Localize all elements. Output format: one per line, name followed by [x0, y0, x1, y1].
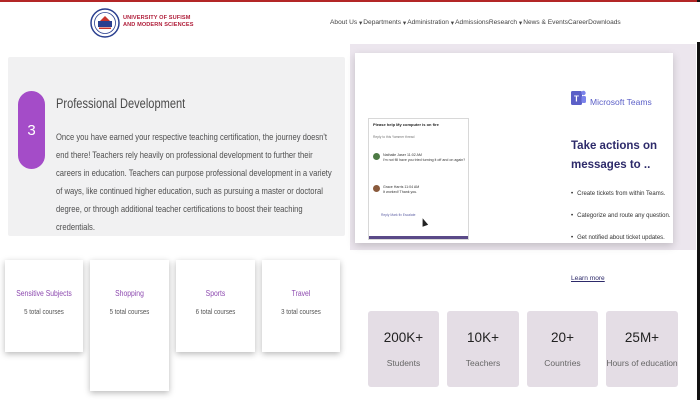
- stat-value: 10K+: [467, 330, 499, 345]
- microsoft-teams-label: Microsoft Teams: [590, 97, 652, 107]
- nav-dropdown-icon: ▾: [401, 20, 407, 27]
- nav-dropdown-icon: ▾: [517, 20, 523, 27]
- category-card-sports[interactable]: Sports 6 total courses: [176, 260, 255, 352]
- nav-item-career[interactable]: Career: [568, 19, 588, 27]
- microsoft-teams-icon: T: [571, 90, 586, 105]
- stat-label: Countries: [544, 358, 581, 368]
- nav-item-downloads[interactable]: Downloads: [588, 19, 621, 27]
- university-logo-icon[interactable]: [90, 8, 120, 38]
- nav-dropdown-icon: ▾: [448, 20, 455, 27]
- stat-card-countries: 20+ Countries: [527, 311, 598, 387]
- chat-message-body: Grace Harris 11:04 AM It worked! Thank y…: [383, 185, 419, 195]
- teams-feature-list: Create tickets from within Teams. Catego…: [571, 190, 681, 256]
- category-course-count: 5 total courses: [24, 307, 64, 316]
- list-item: Create tickets from within Teams.: [571, 190, 681, 198]
- category-name[interactable]: Shopping: [96, 289, 163, 298]
- chat-message-body: Nathalie Jaser 11:02 AM I'm not fill hav…: [383, 153, 465, 163]
- stat-value: 20+: [551, 330, 574, 345]
- brand-line-2: AND MODERN SCIENCES: [123, 22, 194, 28]
- avatar: [373, 153, 380, 160]
- brand-name[interactable]: UNIVERSITY OF SUFISM AND MODERN SCIENCES: [123, 15, 194, 29]
- nav-item-news-events[interactable]: News & Events: [523, 19, 568, 27]
- stat-card-teachers: 10K+ Teachers: [447, 311, 519, 387]
- chat-text: It worked! Thank you.: [383, 190, 418, 194]
- nav-item-research[interactable]: Research: [489, 19, 517, 27]
- stat-label: Students: [386, 358, 421, 368]
- stat-label: Hours of education: [606, 358, 678, 368]
- chat-time: 11:02 AM: [406, 153, 422, 157]
- chat-text: I'm not fill have you tried turning it o…: [383, 158, 466, 162]
- chat-action-links: Reply Mark fix Escalate: [381, 213, 416, 217]
- category-card-sensitive-subjects[interactable]: Sensitive Subjects 5 total courses: [5, 260, 83, 352]
- category-course-count: 3 total courses: [281, 307, 321, 316]
- chat-message: Grace Harris 11:04 AM It worked! Thank y…: [373, 185, 419, 195]
- chat-thread-subtitle: Reply to this Yammer thread: [373, 135, 415, 139]
- stat-value: 25M+: [624, 330, 660, 345]
- avatar: [373, 185, 380, 192]
- chat-message: Nathalie Jaser 11:02 AM I'm not fill hav…: [373, 153, 465, 163]
- stat-value: 200K+: [383, 330, 424, 345]
- category-course-count: 6 total courses: [195, 307, 236, 316]
- teams-chat-screenshot: Please help My computer is on fire Reply…: [368, 118, 469, 240]
- nav-dropdown-icon: ▾: [357, 20, 363, 27]
- category-card-travel[interactable]: Travel 3 total courses: [262, 260, 340, 352]
- nav-item-admissions[interactable]: Admissions: [455, 19, 489, 27]
- list-item: Categorize and route any question.: [571, 212, 681, 220]
- chat-thread-title: Please help My computer is on fire: [373, 122, 439, 127]
- main-nav: About Us ▾ Departments ▾ Administration …: [330, 19, 621, 27]
- category-name[interactable]: Travel: [268, 289, 334, 298]
- section-description: Once you have earned your respective tea…: [56, 132, 332, 232]
- teams-headline: Take actions on messages to ..: [571, 140, 658, 171]
- chat-author: Grace Harris: [383, 185, 404, 189]
- chat-footer-bar: [369, 236, 468, 239]
- category-name[interactable]: Sensitive Subjects: [11, 289, 77, 298]
- category-name[interactable]: Sports: [182, 289, 249, 298]
- section-title: Professional Development: [56, 96, 186, 111]
- list-item: Get notified about ticket updates.: [571, 234, 681, 242]
- site-header: UNIVERSITY OF SUFISM AND MODERN SCIENCES…: [0, 2, 700, 42]
- stat-card-students: 200K+ Students: [368, 311, 439, 387]
- chat-time: 11:04 AM: [404, 185, 420, 189]
- stat-card-hours: 25M+ Hours of education: [606, 311, 678, 387]
- category-course-count: 5 total courses: [109, 307, 150, 316]
- stat-label: Teachers: [465, 358, 501, 368]
- nav-item-administration[interactable]: Administration: [407, 19, 449, 27]
- category-card-shopping[interactable]: Shopping 5 total courses: [90, 260, 169, 391]
- svg-text:T: T: [574, 95, 579, 104]
- nav-item-about-us[interactable]: About Us: [330, 19, 357, 27]
- nav-item-departments[interactable]: Departments: [363, 19, 401, 27]
- step-number-badge: 3: [18, 91, 45, 169]
- brand-line-1: UNIVERSITY OF SUFISM: [123, 15, 191, 21]
- learn-more-link[interactable]: Learn more: [571, 275, 605, 282]
- chat-author: Nathalie Jaser: [383, 153, 406, 157]
